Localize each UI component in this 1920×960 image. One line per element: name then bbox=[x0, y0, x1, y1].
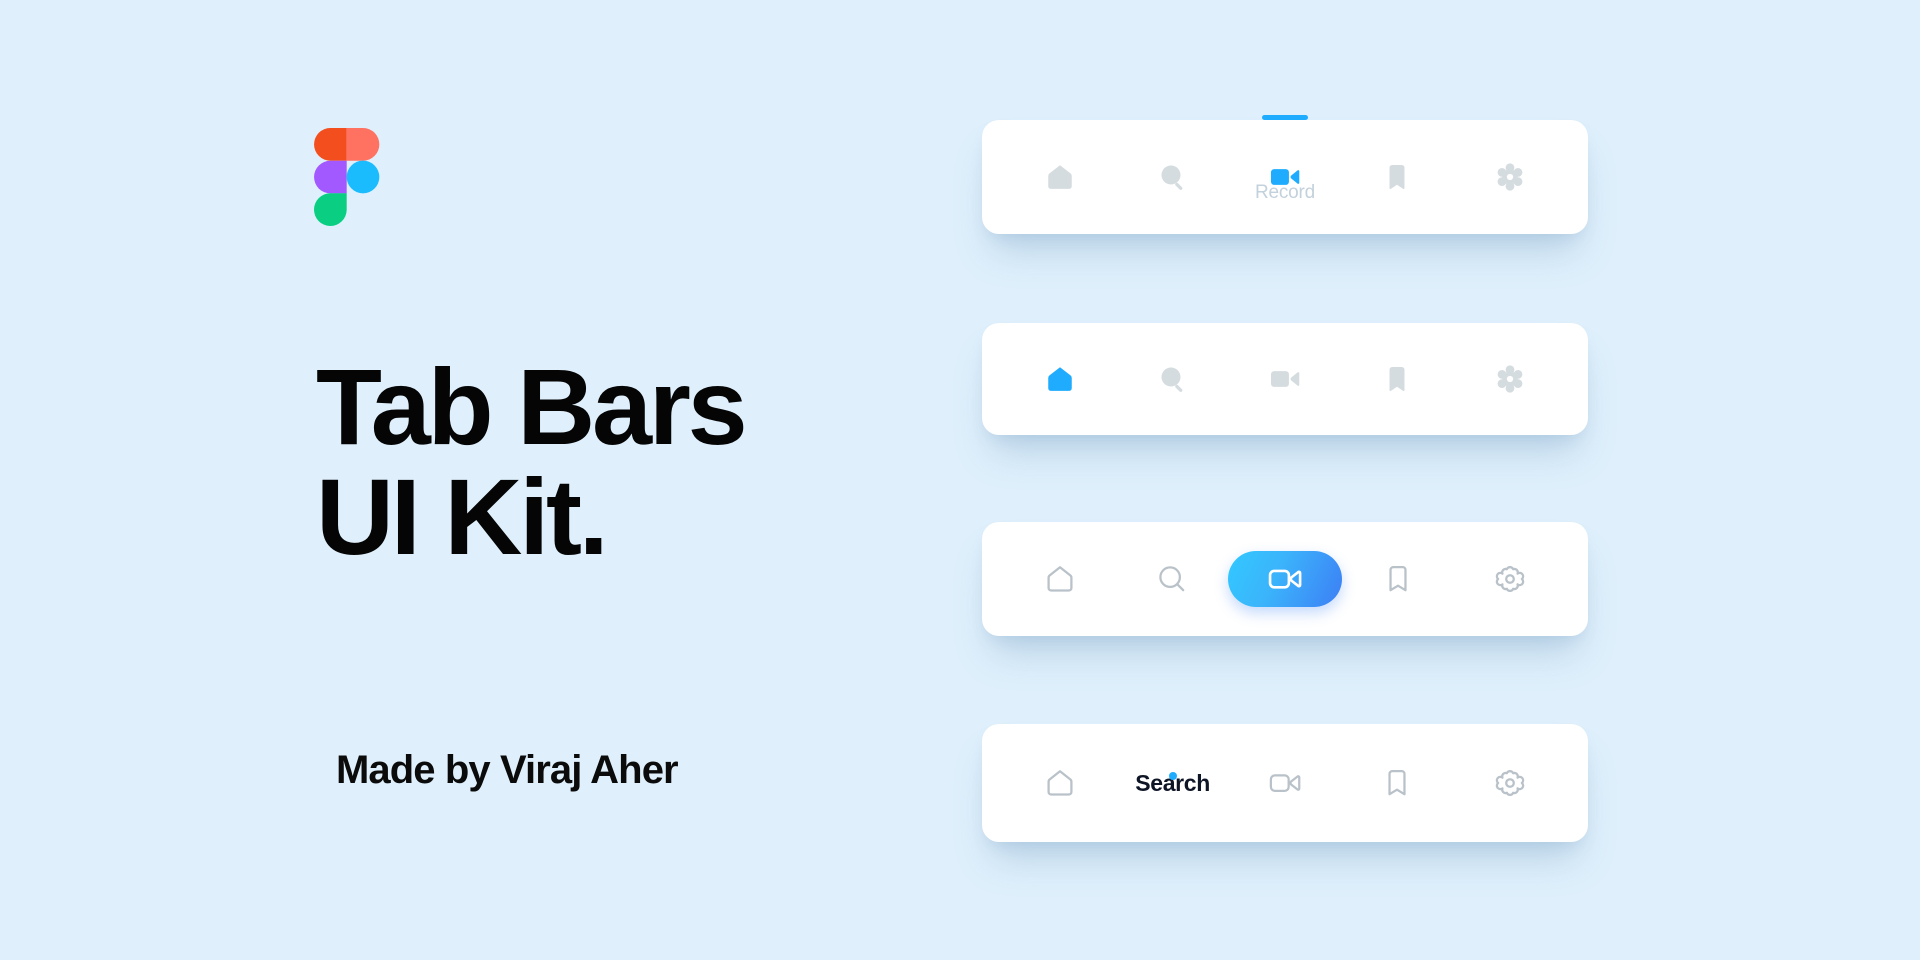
tab-item-settings[interactable] bbox=[1454, 323, 1566, 435]
video-camera-icon bbox=[1267, 561, 1303, 597]
tab-item-record[interactable] bbox=[1229, 323, 1341, 435]
tab-item-search[interactable] bbox=[1116, 323, 1228, 435]
video-camera-icon bbox=[1267, 765, 1303, 801]
page-title: Tab Bars UI Kit. bbox=[316, 346, 936, 578]
bookmark-icon bbox=[1379, 765, 1415, 801]
tab-item-saved[interactable] bbox=[1342, 522, 1454, 636]
tab-bar-items: Search bbox=[982, 724, 1588, 842]
tab-item-settings[interactable] bbox=[1454, 120, 1566, 234]
bookmark-icon bbox=[1379, 361, 1415, 397]
bookmark-icon bbox=[1379, 159, 1415, 195]
tab-item-record[interactable]: Record bbox=[1229, 115, 1341, 234]
home-icon bbox=[1042, 765, 1078, 801]
poster-canvas: Tab Bars UI Kit. Made by Viraj Aher Reco… bbox=[0, 0, 1920, 960]
page-title-line-1: Tab Bars bbox=[316, 346, 748, 467]
video-camera-icon bbox=[1267, 361, 1303, 397]
tab-item-home[interactable] bbox=[1004, 522, 1116, 636]
tab-bar-items bbox=[982, 522, 1588, 636]
tab-bar-outline-text: Search bbox=[982, 724, 1588, 842]
tab-item-home[interactable] bbox=[1004, 120, 1116, 234]
tab-item-settings[interactable] bbox=[1454, 522, 1566, 636]
tab-bars-column: Record Search bbox=[982, 0, 1588, 960]
hero-panel: Tab Bars UI Kit. Made by Viraj Aher bbox=[0, 0, 980, 960]
bookmark-icon bbox=[1380, 561, 1416, 597]
tab-item-search[interactable] bbox=[1116, 120, 1228, 234]
gear-icon bbox=[1492, 361, 1528, 397]
tab-item-search[interactable]: Search bbox=[1116, 724, 1228, 842]
active-tab-pill[interactable] bbox=[1228, 551, 1342, 607]
tab-bar-filled-indicator: Record bbox=[982, 115, 1588, 234]
tab-item-search[interactable] bbox=[1116, 522, 1228, 636]
gear-icon bbox=[1492, 561, 1528, 597]
tab-bar-filled-plain bbox=[982, 323, 1588, 435]
tab-item-settings[interactable] bbox=[1454, 724, 1566, 842]
tab-item-record[interactable] bbox=[1228, 522, 1342, 636]
search-icon bbox=[1155, 159, 1191, 195]
author-byline: Made by Viraj Aher bbox=[336, 748, 679, 792]
search-icon bbox=[1155, 361, 1191, 397]
tab-item-saved[interactable] bbox=[1341, 323, 1453, 435]
tab-bar-items bbox=[982, 323, 1588, 435]
home-icon bbox=[1042, 561, 1078, 597]
tab-item-saved[interactable] bbox=[1341, 120, 1453, 234]
tab-bar-items: Record bbox=[982, 115, 1588, 234]
search-icon bbox=[1154, 561, 1190, 597]
home-icon bbox=[1042, 361, 1078, 397]
figma-logo bbox=[314, 128, 380, 226]
tab-item-record[interactable] bbox=[1229, 724, 1341, 842]
tab-item-saved[interactable] bbox=[1341, 724, 1453, 842]
page-title-line-2: UI Kit. bbox=[316, 456, 609, 578]
tab-item-home[interactable] bbox=[1004, 323, 1116, 435]
tab-item-home[interactable] bbox=[1004, 724, 1116, 842]
home-icon bbox=[1042, 159, 1078, 195]
active-tab-indicator bbox=[1262, 115, 1309, 120]
tab-item-label: Record bbox=[1254, 182, 1316, 203]
gear-icon bbox=[1492, 765, 1528, 801]
active-tab-dot bbox=[1168, 772, 1177, 780]
tab-bar-outline-pill bbox=[982, 522, 1588, 636]
gear-icon bbox=[1492, 159, 1528, 195]
